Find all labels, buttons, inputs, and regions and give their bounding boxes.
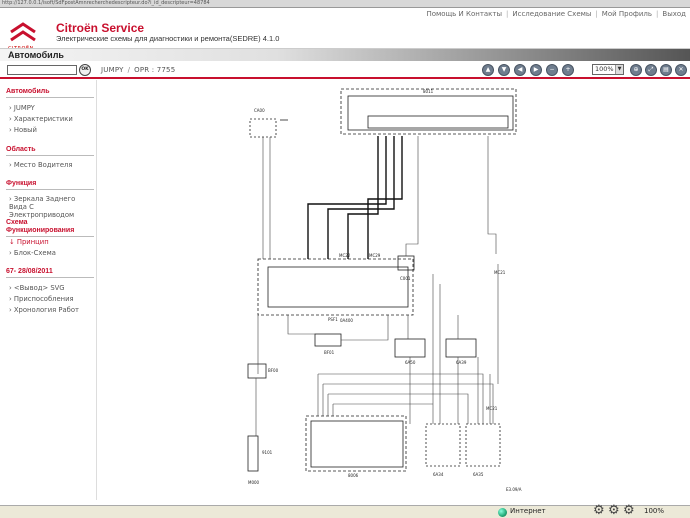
label-8011: 8011 (423, 89, 434, 94)
pan-down-icon[interactable]: ▼ (498, 64, 510, 76)
zoom-value: 100% (595, 65, 614, 73)
sidebar-item-tools[interactable]: › Приспособления (9, 295, 95, 303)
sidebar-item-block-diagram[interactable]: › Блок-Схема (9, 249, 95, 257)
top-links: Помощь И Контакты | Исследование Схемы | Мой… (426, 10, 686, 18)
label-bf01: BF01 (324, 350, 335, 355)
label-6a50: 6A50 (405, 360, 416, 365)
sidebar-item-history[interactable]: › Хронология Работ (9, 306, 95, 314)
chevron-down-icon[interactable]: ▼ (615, 65, 623, 74)
pan-right-icon[interactable]: ▶ (530, 64, 542, 76)
browser-status-bar: Интернет 100% (0, 505, 690, 518)
zoom-select[interactable]: 100% ▼ (592, 64, 624, 75)
label-8006: 8006 (348, 473, 359, 478)
link-logout[interactable]: Выход (662, 10, 686, 18)
sidebar-item-characteristics[interactable]: › Характеристики (9, 115, 95, 123)
globe-icon (498, 508, 507, 517)
fit-window-icon[interactable]: ⊕ (630, 64, 642, 76)
site-header: CITROËN Citroën Service Электрические сх… (0, 8, 690, 52)
label-6a34: 6A34 (433, 472, 444, 477)
sidebar-item-mirrors[interactable]: › Зеркала Заднего Вида С Электроприводом (9, 195, 95, 219)
label-m000: M000 (248, 480, 260, 485)
label-6a35: 6A35 (473, 472, 484, 477)
breadcrumb: JUMPY / OPR : 7755 (101, 66, 176, 74)
label-c001: C001 (400, 276, 411, 281)
app-subtitle: Электрические схемы для диагностики и ре… (56, 34, 280, 43)
label-6a39: 6A39 (456, 360, 467, 365)
gear-icon[interactable]: ⚙ (608, 504, 624, 517)
url-text[interactable]: http://127.0.0.1/isoft/SdFpostAmnrecherc… (2, 0, 362, 7)
zoom-out-icon[interactable]: − (546, 64, 558, 76)
label-psf1: PSF1 (328, 317, 338, 322)
zoom-in-icon[interactable]: + (562, 64, 574, 76)
link-profile[interactable]: Мой Профиль (602, 10, 652, 18)
toolbar: OK JUMPY / OPR : 7755 ▲ ▼ ◀ ▶ − + 100% ▼ ⊕… (0, 61, 690, 79)
status-zoom[interactable]: 100% (644, 507, 664, 515)
search-input[interactable] (7, 65, 77, 75)
breadcrumb-opr: OPR : 7755 (134, 66, 176, 74)
sidebar-item-new[interactable]: › Новый (9, 126, 95, 134)
label-ca00: CA00 (254, 108, 265, 113)
section-title-band: Автомобиль (0, 48, 690, 61)
sidebar-section-vehicle: Автомобиль (6, 88, 94, 98)
sidebar-section-area: Область (6, 146, 94, 156)
sidebar-divider (96, 80, 97, 500)
status-zone: Интернет (510, 507, 546, 515)
label-bf00: BF00 (268, 368, 279, 373)
sidebar: Автомобиль › JUMPY › Характеристики › Но… (0, 80, 96, 500)
label-9101: 9101 (262, 450, 273, 455)
link-help[interactable]: Помощь И Контакты (426, 10, 502, 18)
label-mc22: MC22 (339, 253, 351, 258)
wiring-diagram[interactable]: 8011 CA00 PSF1 MC22 MC29 C001 MC21 BF01 … (228, 84, 528, 492)
app-title: Citroën Service (56, 21, 145, 35)
sidebar-item-jumpy[interactable]: › JUMPY (9, 104, 95, 112)
pan-left-icon[interactable]: ◀ (514, 64, 526, 76)
sidebar-section-function: Функция (6, 180, 94, 190)
link-research[interactable]: Исследование Схемы (512, 10, 591, 18)
label-mc21b: MC21 (486, 406, 498, 411)
sidebar-section-schema: Схема Функционирования (6, 219, 94, 237)
gear-icon[interactable]: ⚙ (593, 504, 609, 517)
sidebar-section-date: 67- 28/08/2011 (6, 268, 94, 278)
search-ok-button[interactable]: OK (79, 64, 91, 76)
close-icon[interactable]: ✕ (675, 64, 687, 76)
sidebar-item-principle[interactable]: ↓ Принцип (9, 238, 95, 246)
sidebar-item-export-svg[interactable]: › <Вывод> SVG (9, 284, 95, 292)
sidebar-item-driver-seat[interactable]: › Место Водителя (9, 161, 95, 169)
label-mc21a: MC21 (494, 270, 506, 275)
print-icon[interactable]: ▤ (660, 64, 672, 76)
label-0a400: 0A400 (340, 318, 353, 323)
breadcrumb-model[interactable]: JUMPY (101, 66, 124, 74)
gear-icon[interactable]: ⚙ (623, 504, 639, 517)
browser-address-bar[interactable]: http://127.0.0.1/isoft/SdFpostAmnrecherc… (0, 0, 690, 8)
label-e309a: E3.09/A (506, 487, 522, 492)
citroen-logo-icon (10, 22, 36, 42)
label-mc29: MC29 (369, 253, 381, 258)
fullscreen-icon[interactable]: ⤢ (645, 64, 657, 76)
section-title: Автомобиль (8, 50, 64, 60)
pan-up-icon[interactable]: ▲ (482, 64, 494, 76)
